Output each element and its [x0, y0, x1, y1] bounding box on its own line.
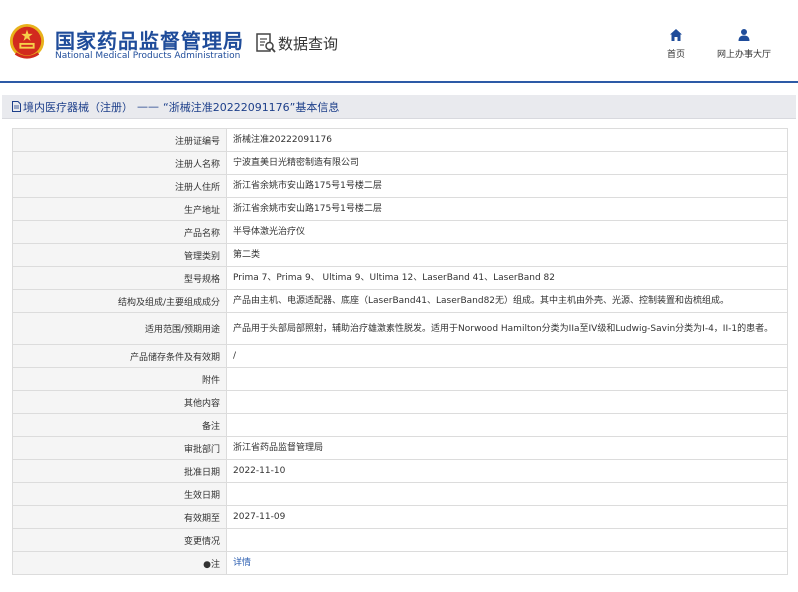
table-row: 审批部门 浙江省药品监督管理局 [12, 436, 788, 460]
row-label: 其他内容 [12, 390, 227, 414]
row-value [226, 482, 788, 506]
table-row: 生产地址 浙江省余姚市安山路175号1号楼二层 [12, 197, 788, 221]
row-label: 生产地址 [12, 197, 227, 221]
breadcrumb-separator: —— [137, 100, 159, 113]
table-row: 生效日期 [12, 482, 788, 506]
table-row: 有效期至 2027-11-09 [12, 505, 788, 529]
row-label: 管理类别 [12, 243, 227, 267]
row-label: 结构及组成/主要组成成分 [12, 289, 227, 313]
breadcrumb-record: “浙械注准20222091176”基本信息 [163, 100, 340, 114]
row-label: 生效日期 [12, 482, 227, 506]
row-label: 注册人名称 [12, 151, 227, 175]
row-label: 适用范围/预期用途 [12, 312, 227, 345]
row-value: / [226, 344, 788, 368]
row-value: 浙江省余姚市安山路175号1号楼二层 [226, 197, 788, 221]
row-value: 浙江省药品监督管理局 [226, 436, 788, 460]
table-row: 管理类别 第二类 [12, 243, 788, 267]
row-value [226, 413, 788, 437]
site-header: 国家药品监督管理局 National Medical Products Admi… [0, 0, 798, 82]
row-value: 第二类 [226, 243, 788, 267]
table-row: 注册人名称 宁波直美日光精密制造有限公司 [12, 151, 788, 175]
row-value: 2022-11-10 [226, 459, 788, 483]
row-value: 浙江省余姚市安山路175号1号楼二层 [226, 174, 788, 198]
table-row: 变更情况 [12, 528, 788, 552]
nav-home[interactable]: 首页 [667, 28, 685, 60]
national-emblem-icon [9, 23, 45, 59]
row-value [226, 528, 788, 552]
row-value: 宁波直美日光精密制造有限公司 [226, 151, 788, 175]
detail-table: 注册证编号 浙械注准20222091176 注册人名称 宁波直美日光精密制造有限公司… [12, 128, 788, 575]
row-label: 审批部门 [12, 436, 227, 460]
row-label-note: ●注 [12, 551, 227, 575]
header-divider [0, 81, 798, 83]
table-row: 附件 [12, 367, 788, 391]
row-label: 产品名称 [12, 220, 227, 244]
row-value: 半导体激光治疗仪 [226, 220, 788, 244]
row-value: 浙械注准20222091176 [226, 128, 788, 152]
row-label: 有效期至 [12, 505, 227, 529]
note-label: 注 [210, 559, 220, 570]
table-row: 其他内容 [12, 390, 788, 414]
row-label: 变更情况 [12, 528, 227, 552]
nav-online-service-hall[interactable]: 网上办事大厅 [717, 28, 771, 60]
home-icon [670, 29, 682, 41]
table-row: 注册人住所 浙江省余姚市安山路175号1号楼二层 [12, 174, 788, 198]
page-title: 数据查询 [278, 35, 339, 53]
row-label: 批准日期 [12, 459, 227, 483]
table-row: ●注 详情 [12, 551, 788, 575]
row-value [226, 367, 788, 391]
row-value [226, 390, 788, 414]
row-value: 详情 [226, 551, 788, 575]
row-label: 备注 [12, 413, 227, 437]
brand-name-en: National Medical Products Administration [55, 51, 241, 61]
row-value: Prima 7、Prima 9、 Ultima 9、Ultima 12、Lase… [226, 266, 788, 290]
table-row: 型号规格 Prima 7、Prima 9、 Ultima 9、Ultima 12、… [12, 266, 788, 290]
data-query-icon [256, 33, 276, 53]
row-value: 产品由主机、电源适配器、底座（LaserBand41、LaserBand82无）… [226, 289, 788, 313]
brand-name-cn: 国家药品监督管理局 [55, 29, 244, 53]
table-row: 备注 [12, 413, 788, 437]
document-icon [12, 101, 21, 112]
help-icon: ● [203, 559, 211, 570]
nav-online-service-label: 网上办事大厅 [717, 50, 772, 60]
row-label: 注册证编号 [12, 128, 227, 152]
details-link[interactable]: 详情 [233, 558, 251, 568]
row-label: 附件 [12, 367, 227, 391]
row-label: 型号规格 [12, 266, 227, 290]
user-icon [738, 29, 750, 41]
row-label: 产品储存条件及有效期 [12, 344, 227, 368]
nav-home-label: 首页 [667, 50, 686, 60]
row-label: 注册人住所 [12, 174, 227, 198]
row-value: 产品用于头部局部照射，辅助治疗雄激素性脱发。适用于Norwood Hamilto… [226, 312, 788, 345]
table-row: 适用范围/预期用途 产品用于头部局部照射，辅助治疗雄激素性脱发。适用于Norwoo… [12, 312, 788, 345]
breadcrumb-category: 境内医疗器械（注册） [23, 100, 133, 114]
table-row: 批准日期 2022-11-10 [12, 459, 788, 483]
breadcrumb: 境内医疗器械（注册） —— “浙械注准20222091176”基本信息 [2, 95, 796, 119]
table-row: 产品储存条件及有效期 / [12, 344, 788, 368]
table-row: 注册证编号 浙械注准20222091176 [12, 128, 788, 152]
table-row: 结构及组成/主要组成成分 产品由主机、电源适配器、底座（LaserBand41、L… [12, 289, 788, 313]
table-row: 产品名称 半导体激光治疗仪 [12, 220, 788, 244]
row-value: 2027-11-09 [226, 505, 788, 529]
